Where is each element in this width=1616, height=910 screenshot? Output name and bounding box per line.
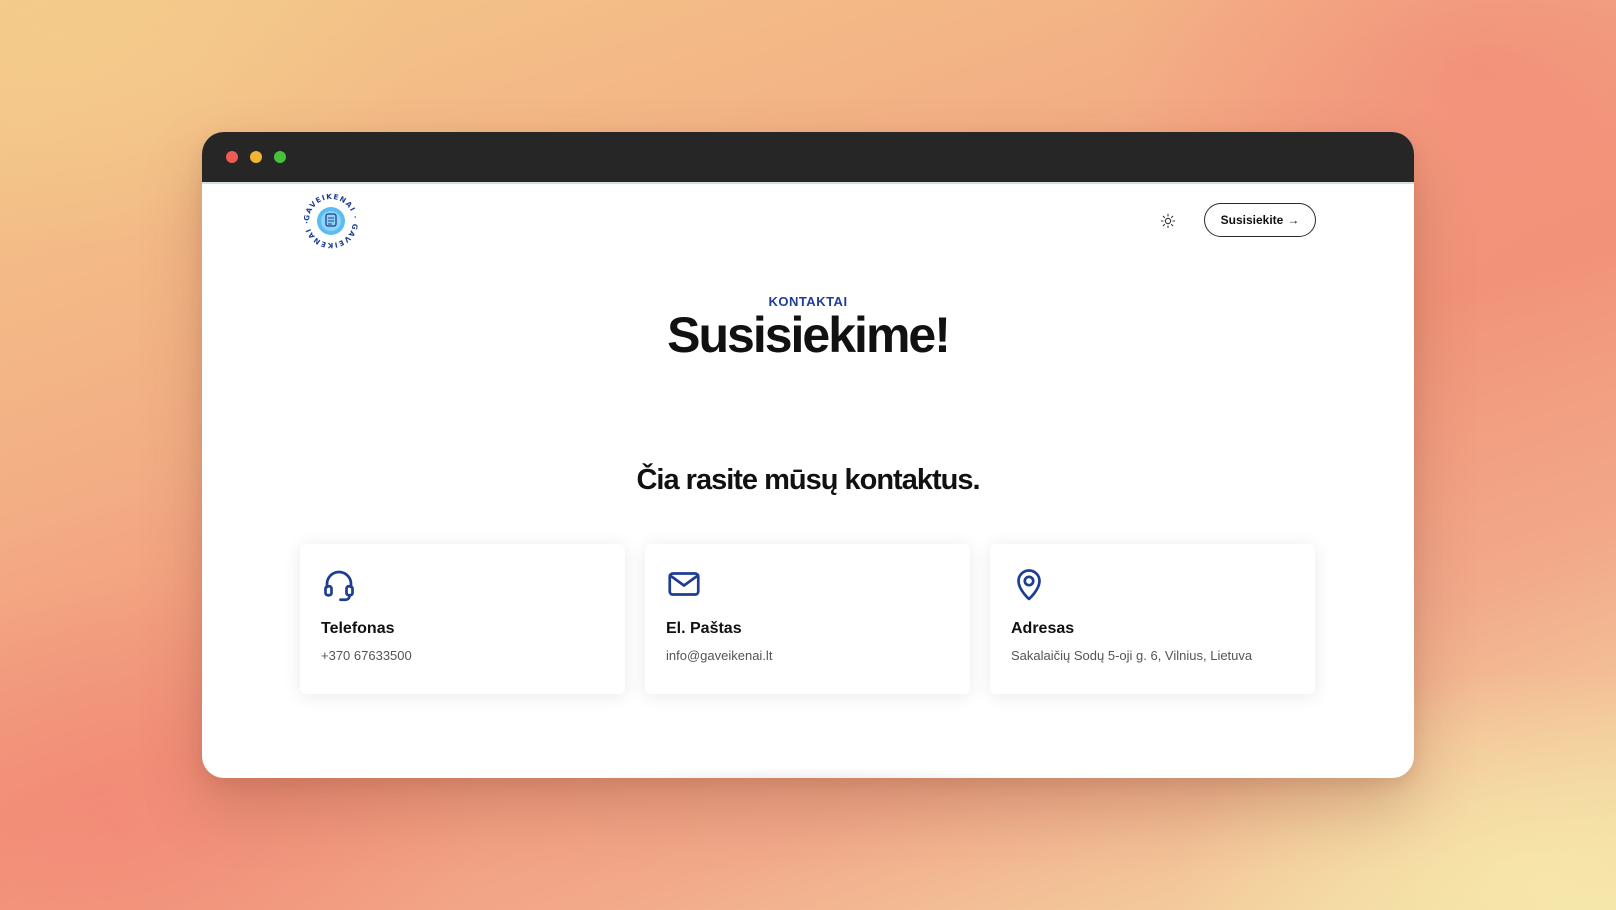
top-navigation: GAVEIKENAI · GAVEIKENAI · Susisiekite → [202,184,1414,256]
footer-shadow [572,767,1042,778]
contact-cta-button[interactable]: Susisiekite → [1204,203,1316,237]
logo-badge-icon: GAVEIKENAI · GAVEIKENAI · [302,192,359,250]
map-pin-icon [1017,569,1041,601]
site-logo[interactable]: GAVEIKENAI · GAVEIKENAI · [302,192,360,250]
phone-number[interactable]: +370 67633500 [321,648,604,663]
card-title: Telefonas [321,620,395,637]
card-title: Adresas [1011,620,1075,637]
card-title: El. Paštas [666,620,742,637]
close-window-button[interactable] [226,151,238,163]
street-address: Sakalaičių Sodų 5-oji g. 6, Vilnius, Lie… [1011,648,1253,663]
maximize-window-button[interactable] [274,151,286,163]
contact-card-phone: Telefonas +370 67633500 [300,544,625,694]
contact-cards: Telefonas +370 67633500 El. Paštas info@… [300,544,1315,694]
section-subtitle: Čia rasite mūsų kontaktus. [636,464,980,496]
theme-toggle-button[interactable] [1157,210,1179,232]
page-content: GAVEIKENAI · GAVEIKENAI · Susisiekite → … [202,184,1414,778]
contact-cta-label: Susisiekite [1220,213,1284,227]
contact-card-email: El. Paštas info@gaveikenai.lt [645,544,970,694]
minimize-window-button[interactable] [250,151,262,163]
page-title: Susisiekime! [667,307,951,363]
headset-icon [324,570,354,602]
mail-icon [668,572,700,596]
sun-icon [1160,213,1176,229]
window-titlebar [202,132,1414,184]
email-address[interactable]: info@gaveikenai.lt [666,648,949,663]
arrow-right-icon: → [1287,213,1300,227]
contact-card-address: Adresas Sakalaičių Sodų 5-oji g. 6, Viln… [990,544,1315,694]
browser-window: GAVEIKENAI · GAVEIKENAI · Susisiekite → … [202,132,1414,778]
